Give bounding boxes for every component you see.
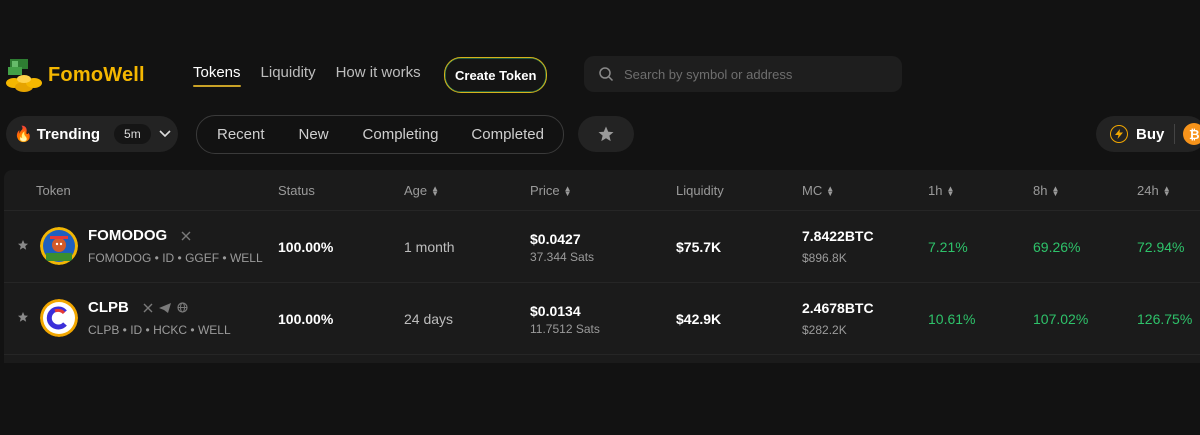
- token-name[interactable]: CLPB: [88, 299, 188, 316]
- age-value: 1 month: [404, 239, 455, 255]
- create-token-button[interactable]: Create Token: [444, 57, 548, 93]
- token-table: Token Status Age ▲ ▼ Price ▲ ▼ Liquidity MC ▲…: [4, 170, 1200, 363]
- sort-tabs: Recent New Completing Completed: [196, 115, 564, 154]
- lightning-icon: [1110, 125, 1128, 143]
- token-name[interactable]: FOMODOG: [88, 227, 191, 244]
- col-24h[interactable]: 24h ▲ ▼: [1137, 183, 1171, 198]
- chevron-down-icon: [159, 130, 171, 138]
- change-1h: 7.21%: [928, 239, 968, 255]
- change-1h: 10.61%: [928, 311, 976, 327]
- sort-icon: ▲ ▼: [1051, 183, 1060, 198]
- sort-icon: ▲ ▼: [563, 183, 572, 198]
- token-meta: FOMODOG • ID • GGEF • WELL: [88, 251, 263, 265]
- mc-usd: $282.2K: [802, 323, 847, 337]
- favorites-button[interactable]: [578, 116, 634, 152]
- fire-icon: 🔥: [14, 126, 33, 143]
- tab-completing[interactable]: Completing: [363, 126, 439, 143]
- buy-label: Buy: [1136, 125, 1165, 143]
- change-8h: 69.26%: [1033, 239, 1081, 255]
- favorite-star-icon[interactable]: [17, 311, 29, 323]
- price-value: $0.0427: [530, 231, 581, 247]
- nav-tokens[interactable]: Tokens: [193, 64, 241, 87]
- col-mc[interactable]: MC ▲ ▼: [802, 183, 834, 198]
- trending-dropdown[interactable]: 🔥 Trending 5m: [6, 116, 178, 152]
- change-24h: 126.75%: [1137, 311, 1193, 327]
- tab-recent[interactable]: Recent: [217, 126, 265, 143]
- star-icon: [598, 126, 614, 142]
- search-box[interactable]: [584, 56, 902, 92]
- search-icon: [599, 67, 614, 82]
- token-avatar: [40, 299, 78, 337]
- price-sats: 37.344 Sats: [530, 250, 595, 264]
- status-value: 100.00%: [278, 311, 334, 327]
- col-price[interactable]: Price ▲ ▼: [530, 183, 572, 198]
- filter-bar: 🔥 Trending 5m Recent New Completing Comp…: [0, 115, 1200, 155]
- x-twitter-icon[interactable]: [181, 231, 191, 241]
- x-twitter-icon[interactable]: [143, 303, 153, 313]
- age-value: 24 days: [404, 311, 454, 327]
- nav-how-it-works[interactable]: How it works: [336, 64, 421, 87]
- change-8h: 107.02%: [1033, 311, 1089, 327]
- main-nav: Tokens Liquidity How it works: [193, 64, 441, 87]
- table-header: Token Status Age ▲ ▼ Price ▲ ▼ Liquidity MC ▲…: [4, 170, 1200, 211]
- col-status: Status: [278, 183, 315, 198]
- sort-icon: ▲ ▼: [1162, 183, 1171, 198]
- telegram-icon[interactable]: [158, 302, 171, 313]
- mc-btc: 7.8422BTC: [802, 228, 874, 244]
- liquidity-value: $42.9K: [676, 311, 722, 327]
- logo-text: FomoWell: [48, 63, 145, 86]
- token-avatar: [40, 227, 78, 265]
- interval-value: 5m: [114, 124, 151, 144]
- liquidity-value: $75.7K: [676, 239, 722, 255]
- mc-usd: $896.8K: [802, 251, 847, 265]
- globe-icon[interactable]: [177, 302, 188, 313]
- sort-icon: ▲ ▼: [946, 183, 955, 198]
- logo[interactable]: FomoWell: [4, 54, 164, 96]
- top-header: FomoWell Tokens Liquidity How it works C…: [0, 52, 1200, 100]
- nav-liquidity[interactable]: Liquidity: [261, 64, 316, 87]
- tab-completed[interactable]: Completed: [471, 126, 544, 143]
- col-1h[interactable]: 1h ▲ ▼: [928, 183, 954, 198]
- table-row[interactable]: CLPB CLPB • ID • HCKC • WELL 100.00% 24 …: [4, 283, 1200, 355]
- token-meta: CLPB • ID • HCKC • WELL: [88, 323, 231, 337]
- col-liquidity: Liquidity: [676, 183, 724, 198]
- sort-icon: ▲ ▼: [431, 183, 440, 198]
- quick-buy-button[interactable]: Buy ₿: [1096, 116, 1200, 152]
- col-8h[interactable]: 8h ▲ ▼: [1033, 183, 1059, 198]
- divider: [1174, 124, 1176, 144]
- search-input[interactable]: [622, 65, 886, 83]
- bitcoin-icon: ₿: [1183, 123, 1200, 145]
- favorite-star-icon[interactable]: [17, 239, 29, 251]
- logo-coins-icon: [4, 55, 44, 95]
- price-sats: 11.7512 Sats: [530, 322, 600, 336]
- price-value: $0.0134: [530, 303, 581, 319]
- sort-icon: ▲ ▼: [826, 183, 835, 198]
- table-row[interactable]: FOMODOG FOMODOG • ID • GGEF • WELL 100.0…: [4, 211, 1200, 283]
- tab-new[interactable]: New: [299, 126, 329, 143]
- mc-btc: 2.4678BTC: [802, 300, 874, 316]
- change-24h: 72.94%: [1137, 239, 1185, 255]
- status-value: 100.00%: [278, 239, 334, 255]
- col-age[interactable]: Age ▲ ▼: [404, 183, 439, 198]
- trending-label: Trending: [36, 125, 101, 143]
- col-token: Token: [36, 183, 71, 198]
